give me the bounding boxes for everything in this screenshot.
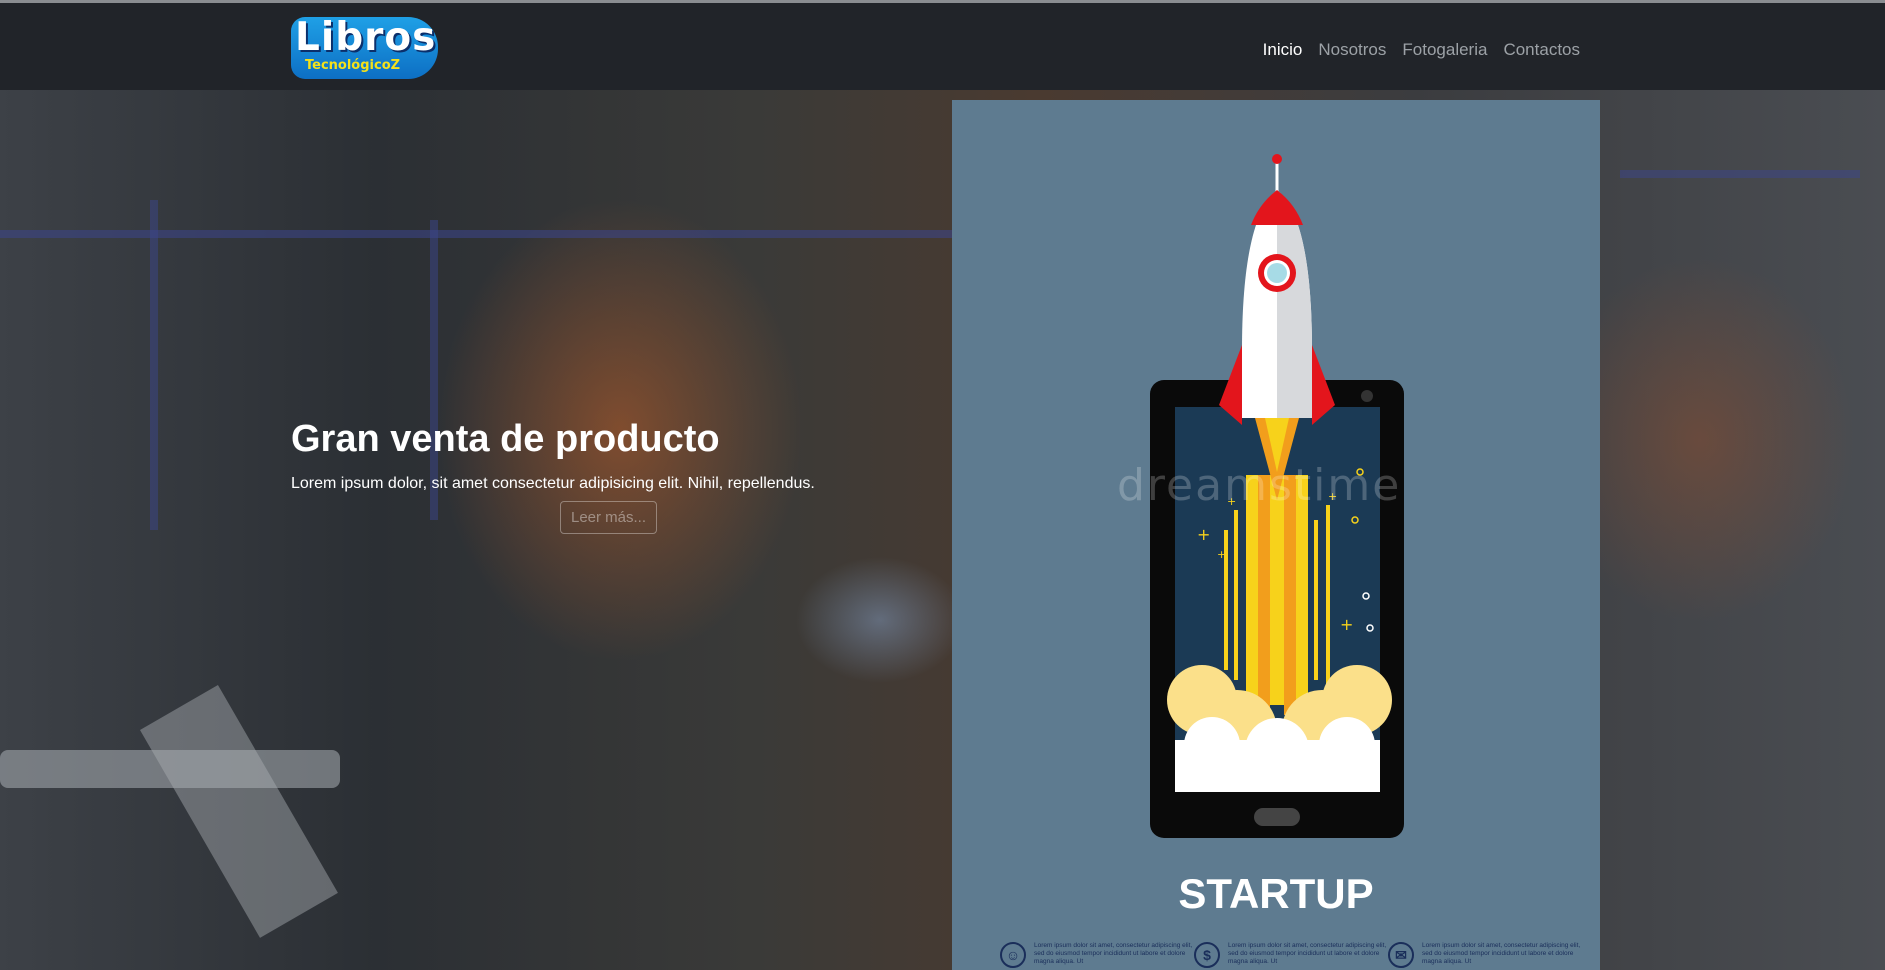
people-icon: ☺	[1000, 942, 1026, 968]
mail-icon: ✉	[1388, 942, 1414, 968]
main-nav: Inicio Nosotros Fotogaleria Contactos	[1263, 40, 1580, 60]
svg-text:+: +	[1217, 548, 1226, 561]
feature-text: Lorem ipsum dolor sit amet, consectetur …	[1034, 942, 1193, 965]
background-beam	[140, 685, 338, 938]
svg-text:+: +	[1197, 525, 1210, 544]
logo-title: Libros	[295, 17, 437, 60]
hero-title: Gran venta de producto	[291, 418, 720, 460]
svg-text:+: +	[1340, 615, 1353, 634]
read-more-button[interactable]: Leer más...	[560, 501, 657, 534]
watermark: dreamstime	[1117, 460, 1402, 511]
hero-description: Lorem ipsum dolor, sit amet consectetur …	[291, 475, 815, 492]
nav-item-contactos[interactable]: Contactos	[1503, 40, 1580, 60]
background-rail	[150, 200, 158, 530]
feature-item: ✉ Lorem ipsum dolor sit amet, consectetu…	[1388, 942, 1580, 970]
nav-item-nosotros[interactable]: Nosotros	[1318, 40, 1386, 60]
dollar-icon: $	[1194, 942, 1220, 968]
navbar: Libros TecnológicoZ Inicio Nosotros Foto…	[0, 3, 1885, 90]
hero-carousel-slide	[0, 90, 1885, 970]
feature-item: ☺ Lorem ipsum dolor sit amet, consectetu…	[1000, 942, 1192, 970]
feature-item: $ Lorem ipsum dolor sit amet, consectetu…	[1194, 942, 1386, 970]
phone-camera	[1361, 390, 1373, 402]
phone-home-button	[1254, 808, 1300, 826]
logo-subtitle: TecnológicoZ	[305, 58, 401, 73]
feature-row: ☺ Lorem ipsum dolor sit amet, consectetu…	[1000, 942, 1580, 970]
background-rail	[1620, 170, 1860, 178]
startup-heading: STARTUP	[1178, 870, 1374, 917]
startup-promo-image: + + + + + dreamstime STARTUP ☺ Lorem ips…	[952, 100, 1600, 970]
nav-item-fotogaleria[interactable]: Fotogaleria	[1402, 40, 1487, 60]
background-rail	[0, 230, 960, 238]
feature-text: Lorem ipsum dolor sit amet, consectetur …	[1228, 942, 1387, 965]
nav-item-inicio[interactable]: Inicio	[1263, 40, 1303, 60]
feature-text: Lorem ipsum dolor sit amet, consectetur …	[1422, 942, 1581, 965]
site-logo[interactable]: Libros TecnológicoZ	[291, 17, 438, 79]
